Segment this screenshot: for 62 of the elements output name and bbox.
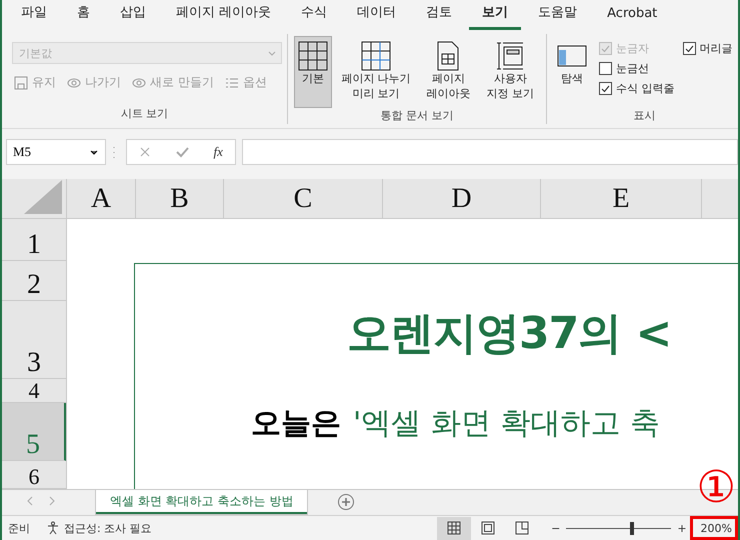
group-label: 표시	[634, 109, 656, 122]
zoom-percent[interactable]: 200%	[700, 522, 732, 534]
zoom-out-button[interactable]: −	[551, 522, 560, 534]
view-button[interactable]: 페이지 나누기 미리 보기	[336, 36, 416, 108]
page-break-icon	[361, 41, 391, 71]
save-icon	[13, 74, 29, 90]
ribbon-tab[interactable]: Acrobat	[594, 6, 670, 30]
grid-icon	[298, 41, 328, 71]
view-button[interactable]: 기본	[294, 36, 332, 108]
name-box[interactable]: M5	[6, 139, 106, 165]
ribbon-tab[interactable]: 데이터	[344, 3, 410, 30]
check-icon	[175, 146, 190, 158]
zoom-slider-thumb[interactable]	[630, 522, 634, 534]
add-sheet-icon[interactable]	[337, 493, 356, 511]
row-header[interactable]: 5	[2, 403, 66, 461]
accessibility-icon	[46, 521, 60, 535]
ribbon-tab[interactable]: 검토	[413, 3, 466, 30]
accessibility-status[interactable]: 접근성: 조사 필요	[64, 520, 152, 536]
row-header[interactable]: 3	[2, 301, 66, 379]
sheet-title: 오렌지영37의 <	[347, 307, 672, 361]
check-icon	[601, 84, 610, 92]
close-icon	[139, 146, 152, 158]
group-label: 시트 보기	[120, 107, 168, 120]
custom-view-icon	[495, 41, 526, 71]
column-header[interactable]: E	[541, 179, 702, 218]
view-mode-button[interactable]	[437, 516, 472, 540]
ribbon-tab[interactable]: 수식	[288, 3, 340, 30]
check-icon	[684, 44, 694, 52]
formula-field[interactable]	[242, 139, 738, 165]
column-header[interactable]: B	[136, 179, 224, 218]
checkbox[interactable]: 머리글	[682, 38, 732, 58]
group-label: 통합 문서 보기	[380, 109, 454, 122]
checkbox[interactable]: 눈금선	[599, 58, 674, 78]
grid-icon	[447, 521, 462, 535]
ribbon-tab[interactable]: 파일	[8, 3, 60, 30]
ribbon-tab[interactable]: 홈	[64, 3, 103, 30]
checkbox[interactable]: 수식 입력줄	[599, 78, 674, 98]
column-header[interactable]: D	[383, 179, 541, 218]
page-icon	[481, 521, 496, 535]
column-header[interactable]: A	[67, 179, 136, 218]
zoom-in-button[interactable]: +	[677, 522, 687, 534]
page-break-icon	[515, 521, 530, 535]
navigation-button[interactable]: 탐색	[553, 36, 591, 108]
annotation-marker: ①	[696, 464, 736, 512]
subtitle-quote: '엑셀 화면 확대하고 축	[353, 405, 660, 443]
status-ready: 준비	[8, 520, 30, 536]
next-sheet-icon	[48, 496, 56, 506]
select-all-icon	[24, 180, 62, 214]
column-header[interactable]: C	[224, 179, 383, 218]
ribbon-tab[interactable]: 도움말	[525, 3, 590, 30]
sheet-tab[interactable]: 엑셀 화면 확대하고 축소하는 방법	[96, 490, 308, 514]
subtitle-lead: 오늘은	[251, 405, 341, 443]
previous-sheet-icon	[26, 496, 34, 506]
check-icon	[601, 44, 610, 52]
view-button[interactable]: 페이지 레이아웃	[420, 36, 477, 108]
row-header[interactable]: 1	[2, 219, 66, 261]
insert-function-button[interactable]: fx	[214, 144, 223, 160]
ribbon-tab[interactable]: 페이지 레이아웃	[163, 3, 284, 30]
view-button[interactable]: 사용자 지정 보기	[480, 36, 540, 108]
annotation-box	[690, 516, 738, 540]
row-header[interactable]: 2	[2, 261, 66, 301]
ribbon-tab[interactable]: 삽입	[107, 3, 159, 30]
